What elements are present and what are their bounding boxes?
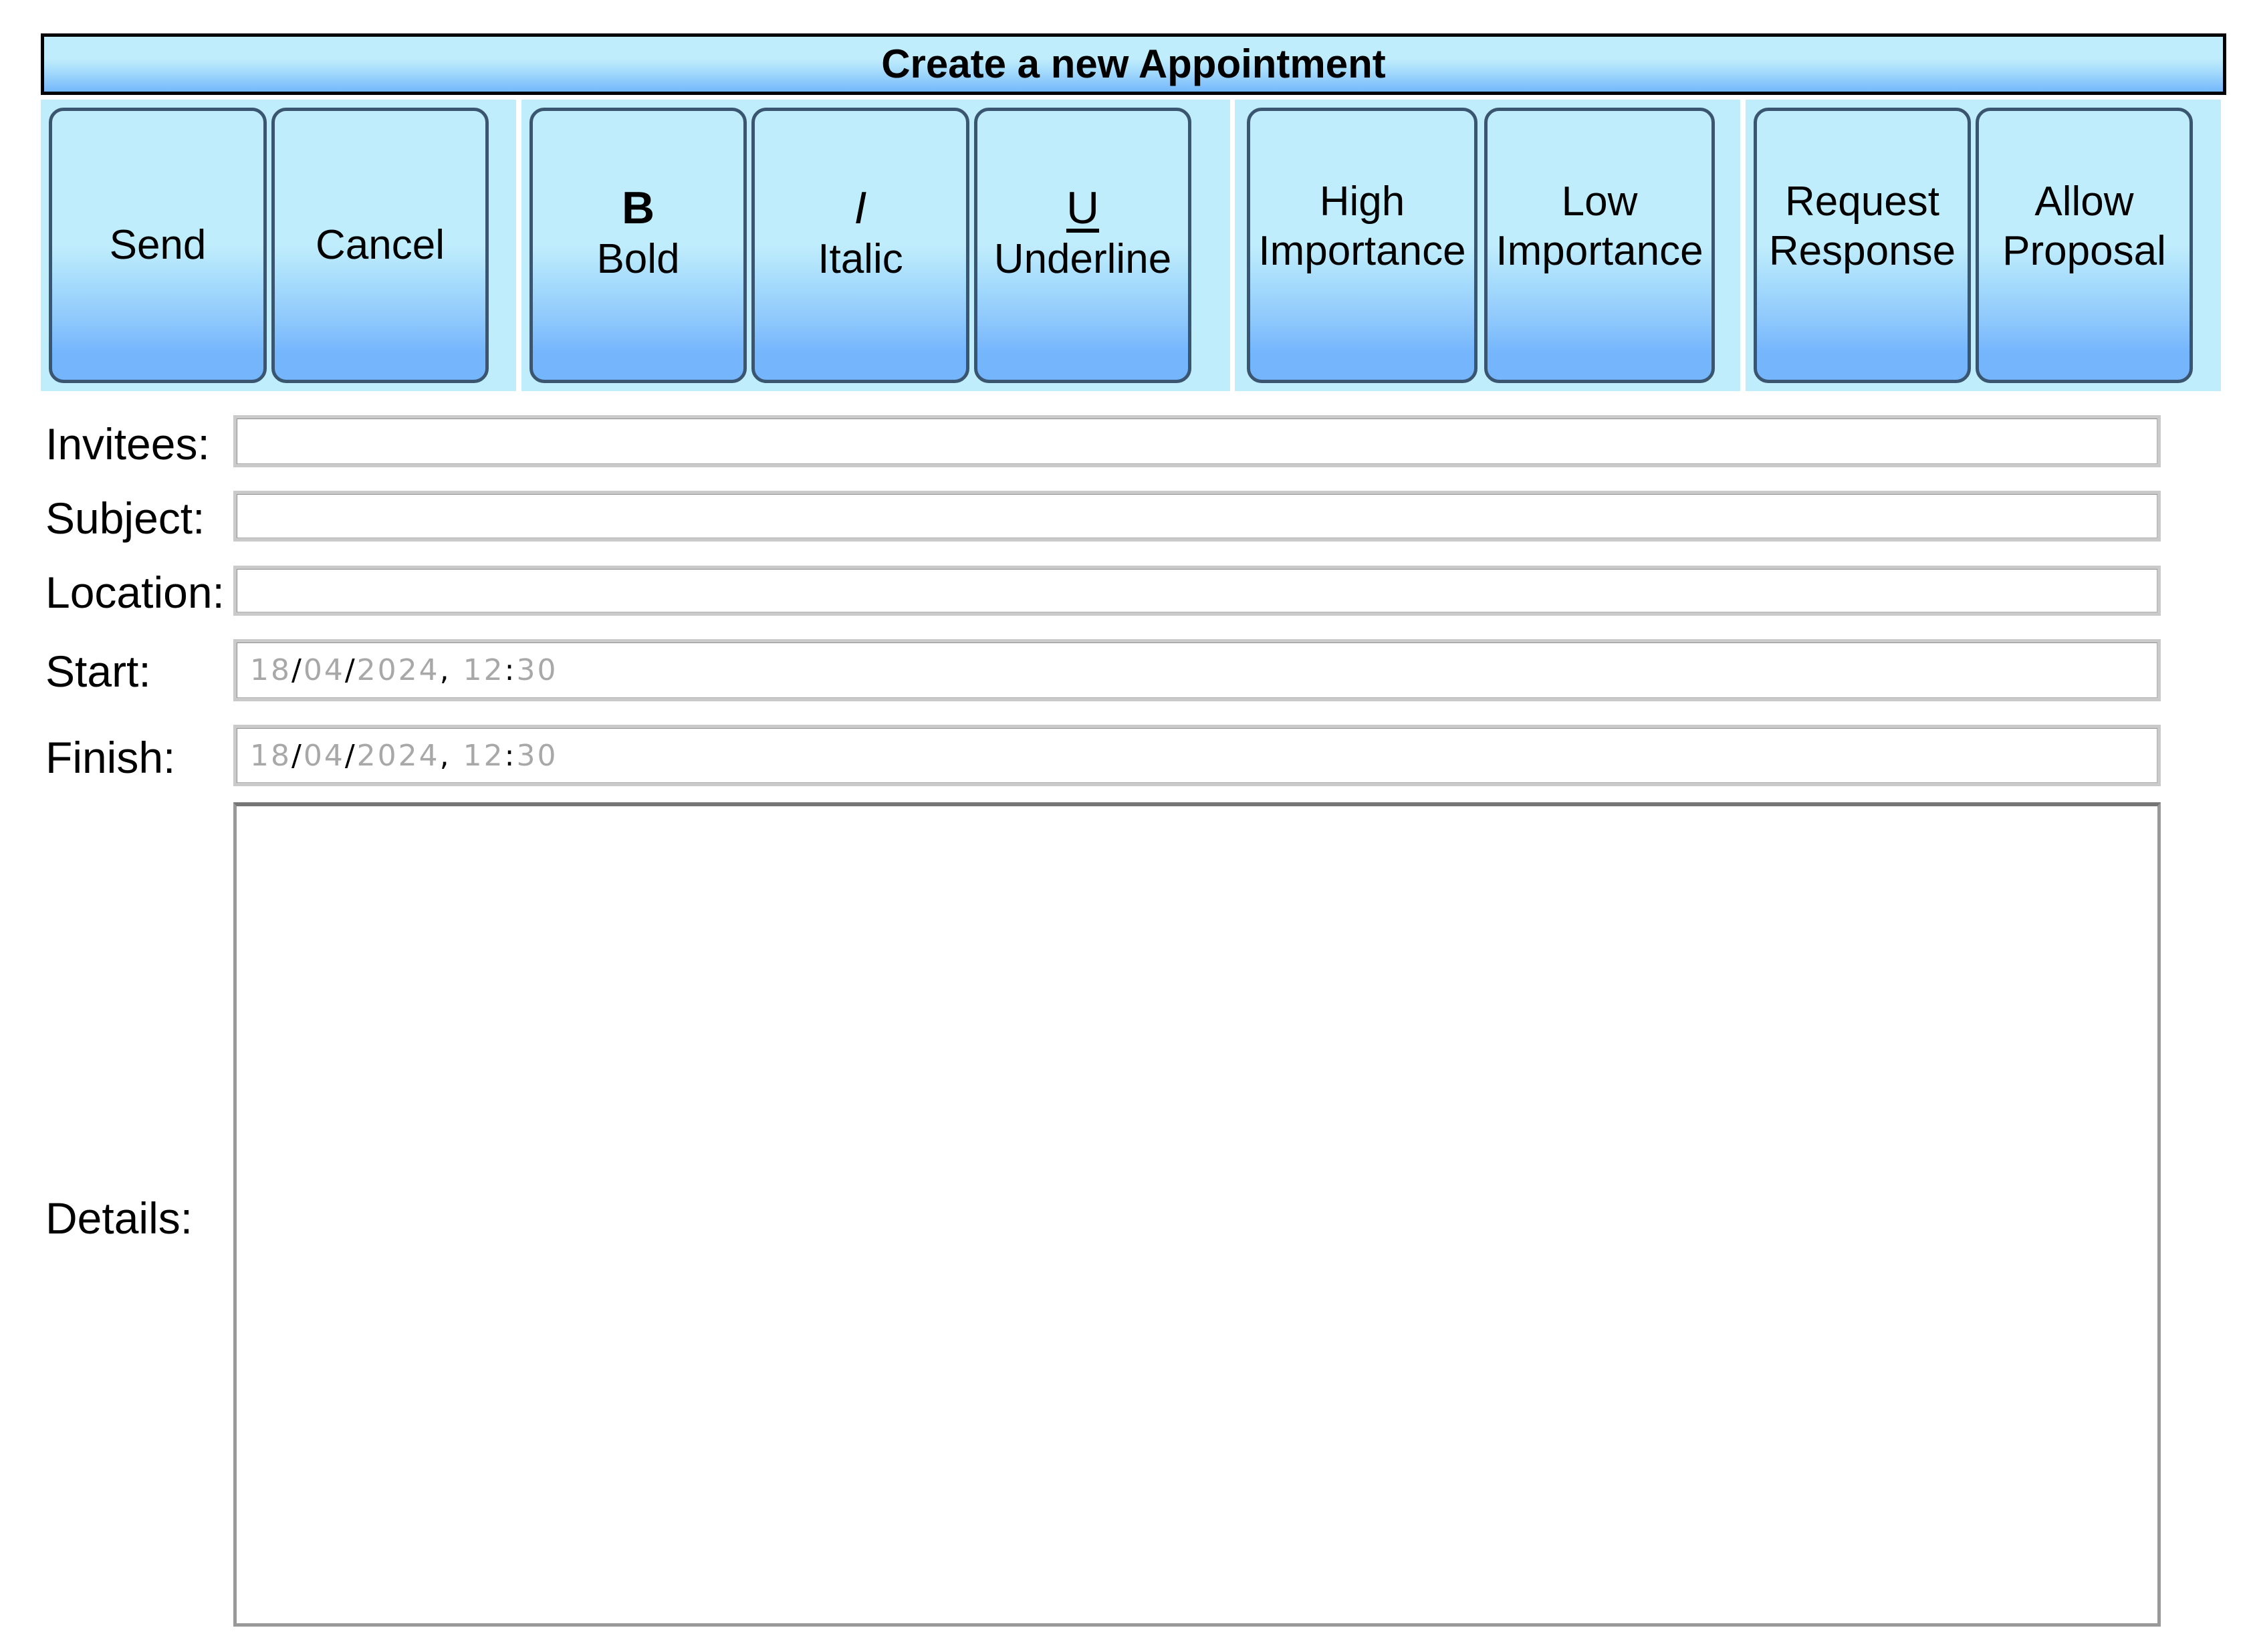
request-response-label-line1: Request bbox=[1785, 179, 1939, 225]
high-importance-label-line1: High bbox=[1319, 179, 1405, 225]
datetime-separator: , bbox=[439, 738, 451, 773]
underline-button-label: Underline bbox=[993, 236, 1172, 282]
start-year[interactable]: 2024 bbox=[357, 653, 440, 687]
details-textarea[interactable] bbox=[237, 806, 2157, 1623]
start-hour[interactable]: 12 bbox=[463, 653, 505, 687]
high-importance-button[interactable]: High Importance bbox=[1247, 108, 1477, 383]
start-minute[interactable]: 30 bbox=[516, 653, 558, 687]
bold-icon: B bbox=[621, 183, 655, 233]
send-button-label: Send bbox=[109, 222, 207, 268]
details-field-wrapper bbox=[233, 802, 2161, 1627]
italic-button[interactable]: I Italic bbox=[751, 108, 969, 383]
low-importance-label-line2: Importance bbox=[1496, 228, 1703, 274]
finish-datetime-input[interactable]: 18/04/2024, 12:30 bbox=[233, 725, 2161, 786]
bold-button[interactable]: B Bold bbox=[529, 108, 747, 383]
time-separator: : bbox=[504, 653, 517, 687]
allow-proposal-label-line1: Allow bbox=[2034, 179, 2134, 225]
finish-label: Finish: bbox=[45, 733, 176, 782]
finish-day[interactable]: 18 bbox=[250, 739, 291, 773]
start-label: Start: bbox=[45, 646, 151, 696]
invitees-label: Invitees: bbox=[45, 419, 210, 469]
allow-proposal-button[interactable]: Allow Proposal bbox=[1976, 108, 2193, 383]
location-field-wrapper bbox=[233, 566, 2161, 616]
bold-button-label: Bold bbox=[596, 236, 680, 282]
underline-button[interactable]: U Underline bbox=[974, 108, 1191, 383]
send-button[interactable]: Send bbox=[49, 108, 267, 383]
subject-input[interactable] bbox=[237, 494, 2157, 538]
finish-minute[interactable]: 30 bbox=[516, 739, 558, 773]
location-input[interactable] bbox=[237, 569, 2157, 612]
date-separator: / bbox=[344, 653, 357, 687]
title-bar: Create a new Appointment bbox=[41, 33, 2226, 95]
finish-year[interactable]: 2024 bbox=[357, 739, 440, 773]
window-title: Create a new Appointment bbox=[881, 41, 1386, 86]
high-importance-label-line2: Importance bbox=[1258, 228, 1466, 274]
cancel-button-label: Cancel bbox=[316, 222, 445, 268]
low-importance-label-line1: Low bbox=[1561, 179, 1638, 225]
subject-label: Subject: bbox=[45, 493, 205, 543]
allow-proposal-label-line2: Proposal bbox=[2002, 228, 2166, 274]
time-separator: : bbox=[504, 738, 517, 773]
low-importance-button[interactable]: Low Importance bbox=[1484, 108, 1715, 383]
request-response-button[interactable]: Request Response bbox=[1754, 108, 1971, 383]
start-day[interactable]: 18 bbox=[250, 653, 291, 687]
subject-field-wrapper bbox=[233, 491, 2161, 542]
datetime-separator: , bbox=[439, 653, 451, 687]
details-label: Details: bbox=[45, 1193, 193, 1243]
location-label: Location: bbox=[45, 568, 225, 617]
underline-icon: U bbox=[1066, 183, 1100, 233]
start-datetime-value: 18/04/2024, 12:30 bbox=[250, 642, 558, 698]
invitees-field-wrapper bbox=[233, 415, 2161, 467]
finish-month[interactable]: 04 bbox=[304, 739, 345, 773]
italic-button-label: Italic bbox=[818, 236, 903, 282]
finish-datetime-value: 18/04/2024, 12:30 bbox=[250, 728, 558, 783]
request-response-label-line2: Response bbox=[1768, 228, 1956, 274]
date-separator: / bbox=[344, 738, 357, 773]
date-separator: / bbox=[291, 653, 304, 687]
date-separator: / bbox=[291, 738, 304, 773]
italic-icon: I bbox=[854, 183, 867, 233]
cancel-button[interactable]: Cancel bbox=[271, 108, 489, 383]
start-month[interactable]: 04 bbox=[304, 653, 345, 687]
finish-hour[interactable]: 12 bbox=[463, 739, 505, 773]
invitees-input[interactable] bbox=[237, 419, 2157, 464]
start-datetime-input[interactable]: 18/04/2024, 12:30 bbox=[233, 639, 2161, 701]
